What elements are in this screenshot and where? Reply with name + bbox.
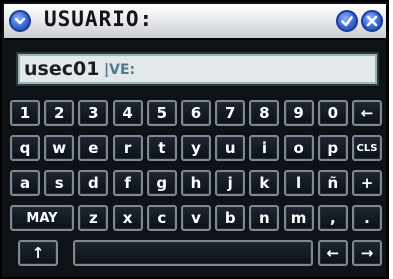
key-ñ[interactable]: ñ (317, 170, 348, 196)
key-x[interactable]: x (112, 205, 143, 231)
key-k[interactable]: k (249, 170, 280, 196)
title-bar: USUARIO: (4, 4, 386, 40)
key-plus[interactable]: + (352, 170, 382, 196)
key-r[interactable]: r (112, 135, 143, 161)
keyboard-dialog: USUARIO: usec01 |VE: 1 2 3 4 5 6 7 8 9 0 ← q w e r t y u i… (0, 0, 389, 279)
key-t[interactable]: t (146, 135, 177, 161)
key-6[interactable]: 6 (181, 100, 211, 126)
key-o[interactable]: o (283, 135, 314, 161)
key-v[interactable]: v (181, 205, 211, 231)
key-period[interactable]: . (352, 205, 382, 231)
key-d[interactable]: d (78, 170, 109, 196)
key-u[interactable]: u (215, 135, 246, 161)
key-i[interactable]: i (249, 135, 280, 161)
key-space[interactable] (73, 240, 313, 266)
dialog-title: USUARIO: (44, 7, 154, 31)
key-up-arrow-icon[interactable]: ↑ (18, 240, 58, 266)
key-right-arrow-icon[interactable]: → (352, 240, 382, 266)
key-q[interactable]: q (10, 135, 40, 161)
key-p[interactable]: p (317, 135, 348, 161)
checkmark-circle-icon[interactable] (336, 10, 358, 32)
key-9[interactable]: 9 (283, 100, 314, 126)
key-y[interactable]: y (181, 135, 211, 161)
input-value: usec01 (24, 58, 100, 80)
key-f[interactable]: f (112, 170, 143, 196)
key-z[interactable]: z (78, 205, 109, 231)
key-a[interactable]: a (10, 170, 40, 196)
key-g[interactable]: g (146, 170, 177, 196)
key-l[interactable]: l (283, 170, 314, 196)
key-h[interactable]: h (181, 170, 211, 196)
key-clear[interactable]: CLS (352, 135, 382, 161)
key-s[interactable]: s (44, 170, 75, 196)
key-0[interactable]: 0 (317, 100, 348, 126)
key-j[interactable]: j (215, 170, 246, 196)
key-7[interactable]: 7 (215, 100, 246, 126)
key-comma[interactable]: , (317, 205, 348, 231)
key-w[interactable]: w (44, 135, 75, 161)
key-5[interactable]: 5 (146, 100, 177, 126)
key-1[interactable]: 1 (10, 100, 40, 126)
key-e[interactable]: e (78, 135, 109, 161)
key-3[interactable]: 3 (78, 100, 109, 126)
key-4[interactable]: 4 (112, 100, 143, 126)
key-2[interactable]: 2 (44, 100, 75, 126)
key-shift-may[interactable]: MAY (10, 205, 74, 231)
input-hint: |VE: (104, 62, 136, 78)
x-circle-icon[interactable] (361, 10, 383, 32)
key-c[interactable]: c (146, 205, 177, 231)
key-8[interactable]: 8 (249, 100, 280, 126)
key-m[interactable]: m (283, 205, 314, 231)
key-n[interactable]: n (249, 205, 280, 231)
chevron-down-circle-icon[interactable] (9, 10, 31, 32)
key-backspace[interactable]: ← (352, 100, 382, 126)
username-input[interactable]: usec01 |VE: (16, 52, 379, 86)
key-left-arrow-icon[interactable]: ← (317, 240, 348, 266)
key-b[interactable]: b (215, 205, 246, 231)
